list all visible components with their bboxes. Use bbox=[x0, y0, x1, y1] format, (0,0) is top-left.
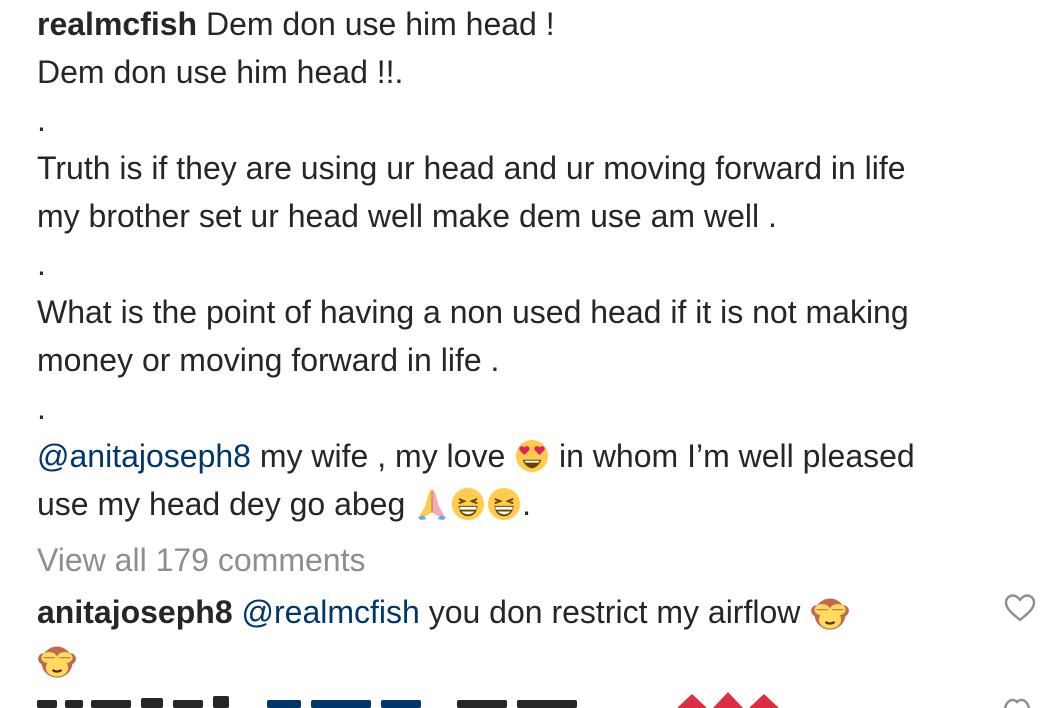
caption-mention-line: @anitajoseph8 my wife , my love in whom … bbox=[37, 432, 1037, 480]
caption-text: Dem don use him head ! bbox=[197, 6, 555, 42]
caption-separator: . bbox=[37, 102, 46, 138]
heart-outline-icon[interactable] bbox=[1003, 592, 1037, 622]
caption-separator: . bbox=[37, 390, 46, 426]
caption-text: What is the point of having a non used h… bbox=[37, 294, 909, 330]
caption-first-line: realmcfish Dem don use him head ! bbox=[37, 0, 1037, 48]
grinning-squinting-emoji-icon bbox=[452, 487, 485, 521]
grinning-squinting-emoji-icon bbox=[488, 487, 521, 521]
heart-eyes-emoji-icon bbox=[516, 439, 549, 473]
comment-username[interactable]: anitajoseph8 bbox=[37, 594, 233, 630]
caption-text: . bbox=[522, 486, 532, 522]
view-all-comments-link[interactable]: View all 179 comments bbox=[37, 536, 365, 584]
caption-text: money or moving forward in life . bbox=[37, 342, 500, 378]
post-caption: realmcfish Dem don use him head ! Dem do… bbox=[37, 0, 1037, 528]
caption-text: my wife , my love bbox=[250, 438, 515, 474]
mention-link[interactable]: @anitajoseph8 bbox=[37, 438, 251, 474]
post-username[interactable]: realmcfish bbox=[37, 6, 197, 42]
caption-emoji-line: use my head dey go abeg . bbox=[37, 480, 1037, 528]
comment-item: anitajoseph8 @realmcfish you don restric… bbox=[37, 588, 967, 684]
caption-text: my brother set ur head well make dem use… bbox=[37, 198, 777, 234]
see-no-evil-monkey-emoji-icon bbox=[38, 646, 76, 678]
caption-text: Truth is if they are using ur head and u… bbox=[37, 150, 906, 186]
see-no-evil-monkey-emoji-icon bbox=[811, 598, 850, 630]
caption-text: in whom I’m well pleased bbox=[550, 438, 915, 474]
mention-link[interactable]: @realmcfish bbox=[242, 594, 420, 630]
folded-hands-emoji-icon bbox=[417, 489, 447, 521]
caption-text: Dem don use him head !!. bbox=[37, 54, 404, 90]
caption-text: use my head dey go abeg bbox=[37, 486, 415, 522]
next-comment-partial bbox=[37, 690, 1047, 708]
comment-text: you don restrict my airflow bbox=[419, 594, 810, 630]
caption-separator: . bbox=[37, 246, 46, 282]
cut-off-comment-text bbox=[37, 692, 1031, 708]
